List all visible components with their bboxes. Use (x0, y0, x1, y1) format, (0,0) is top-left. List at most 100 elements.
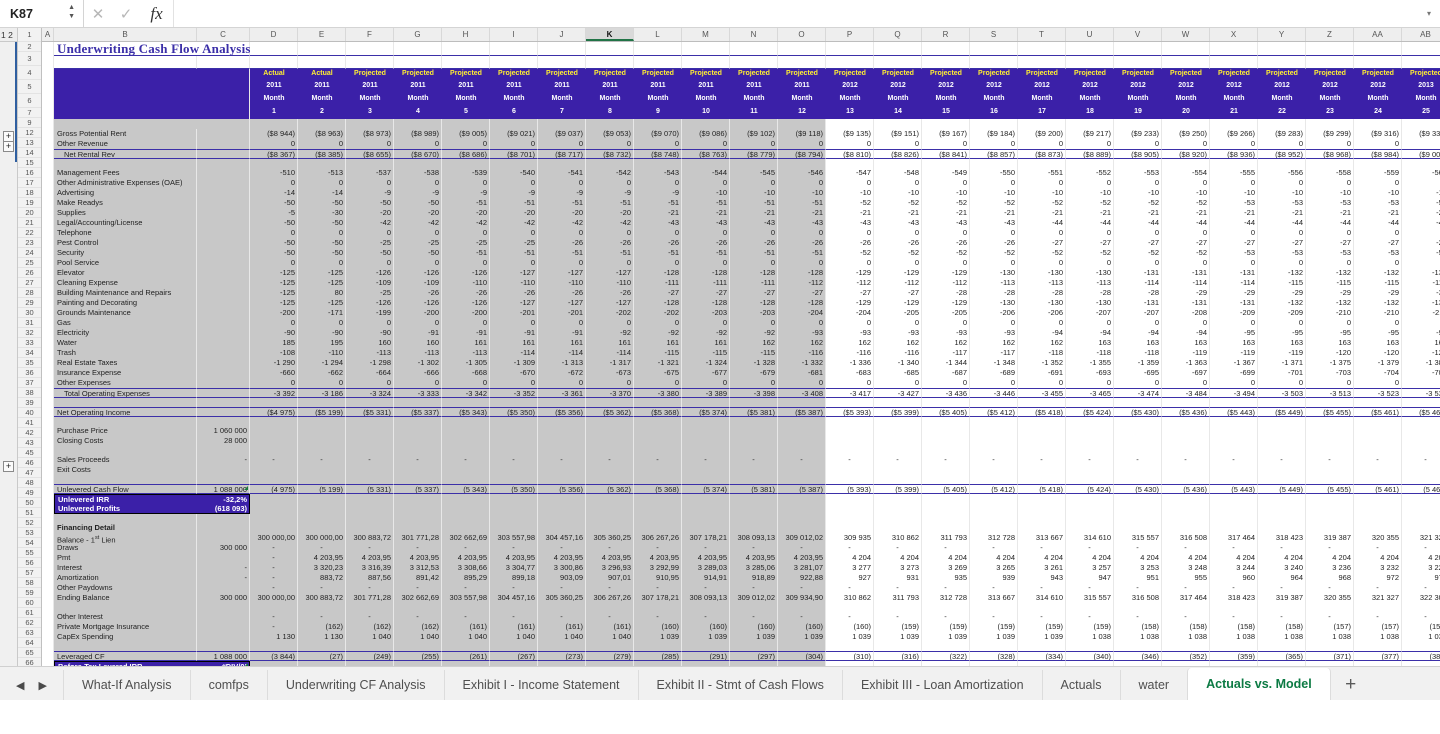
cell-value[interactable] (1258, 426, 1306, 436)
cell-a-37[interactable] (42, 388, 54, 398)
row-total-value[interactable] (197, 318, 250, 328)
banner-month-word-M[interactable]: Month (682, 94, 730, 107)
cell-value[interactable]: 0 (1114, 228, 1162, 238)
cell-value[interactable]: -114 (1162, 278, 1210, 288)
cell-value[interactable]: 309 012,02 (778, 533, 826, 543)
cell-value[interactable] (490, 446, 538, 455)
cell-value[interactable]: -26 (826, 238, 874, 248)
cell-value[interactable]: -117 (970, 348, 1018, 358)
row-total-value[interactable] (197, 632, 250, 642)
row-total-value[interactable] (197, 348, 250, 358)
cell-value[interactable]: 0 (538, 178, 586, 188)
row-header-5[interactable]: 5 (18, 80, 41, 94)
cell-value[interactable]: -14 (250, 188, 298, 198)
cell-value[interactable] (1258, 642, 1306, 651)
cell-value[interactable]: 314 610 (1018, 593, 1066, 603)
cell-value[interactable]: -204 (778, 308, 826, 318)
cell-value[interactable] (1354, 465, 1402, 475)
cell-7-R[interactable] (922, 119, 970, 128)
cell-value[interactable]: -128 (778, 298, 826, 308)
cell-value[interactable]: 301 771,28 (394, 533, 442, 543)
cell-value[interactable]: (340) (1066, 651, 1114, 661)
row-total-value[interactable] (197, 278, 250, 288)
cell-value[interactable]: -21 (1210, 208, 1258, 218)
cell-value[interactable]: -125 (298, 268, 346, 278)
cell-value[interactable] (922, 475, 970, 484)
cell-value[interactable]: -50 (346, 198, 394, 208)
cell-value[interactable]: -558 (1306, 168, 1354, 178)
cell-value[interactable]: -94 (1114, 328, 1162, 338)
row-total-value[interactable] (197, 523, 250, 533)
cell-value[interactable]: -10 (682, 188, 730, 198)
cell-blank-2-L[interactable] (634, 56, 682, 69)
cell-value[interactable]: 960 (1210, 573, 1258, 583)
column-header-q[interactable]: Q (874, 28, 922, 41)
cell-value[interactable]: (5 418) (1018, 484, 1066, 494)
cell-value[interactable]: -113 (1066, 278, 1114, 288)
cell-value[interactable]: -43 (682, 218, 730, 228)
banner-year-I[interactable]: 2011 (490, 81, 538, 94)
cell-value[interactable]: 3 248 (1162, 563, 1210, 573)
cell-value[interactable] (1354, 475, 1402, 484)
name-box[interactable]: K87 ▲ ▼ (0, 0, 84, 27)
cell-value[interactable]: 0 (250, 228, 298, 238)
cell-value[interactable]: -113 (442, 348, 490, 358)
cell-value[interactable]: -95 (1210, 328, 1258, 338)
cell-value[interactable] (1402, 436, 1440, 446)
cell-value[interactable]: 320 355 (1354, 533, 1402, 543)
cell-value[interactable]: 0 (634, 378, 682, 388)
cell-value[interactable]: ($8 732) (586, 149, 634, 159)
cell-value[interactable]: 302 662,69 (442, 533, 490, 543)
cell-value[interactable] (394, 436, 442, 446)
cell-value[interactable]: -92 (682, 328, 730, 338)
cell-value[interactable]: -1 359 (1114, 358, 1162, 368)
cell-value[interactable]: - (538, 583, 586, 593)
cell-value[interactable] (1018, 603, 1066, 612)
cell-value[interactable]: 311 793 (874, 593, 922, 603)
cell-value[interactable]: ($8 873) (1018, 149, 1066, 159)
row-total-value[interactable] (197, 308, 250, 318)
cell-value[interactable]: -1 375 (1306, 358, 1354, 368)
cell-value[interactable]: 319 387 (1258, 593, 1306, 603)
cell-value[interactable]: (162) (346, 622, 394, 632)
cell-value[interactable]: 0 (250, 378, 298, 388)
row-total-value[interactable] (197, 533, 250, 543)
cell-value[interactable] (394, 642, 442, 651)
cell-title-pad-P[interactable] (826, 42, 874, 56)
cell-value[interactable] (682, 417, 730, 426)
cell-a-58[interactable] (42, 583, 54, 593)
cell-value[interactable] (538, 523, 586, 533)
cell-value[interactable]: -685 (874, 368, 922, 378)
cell-value[interactable]: 0 (490, 139, 538, 149)
cell-value[interactable]: 1 038 (1354, 632, 1402, 642)
row-total-value[interactable] (197, 475, 250, 484)
cell-value[interactable]: ($9 283) (1258, 129, 1306, 139)
cell-value[interactable]: ($9 316) (1354, 129, 1402, 139)
cell-value[interactable]: -3 380 (634, 388, 682, 398)
cell-value[interactable]: 0 (346, 228, 394, 238)
cell-value[interactable]: 0 (394, 228, 442, 238)
cell-value[interactable]: - (250, 455, 298, 465)
outline-expand-button-row-45[interactable]: + (3, 461, 14, 472)
cell-value[interactable]: -21 (1258, 208, 1306, 218)
cell-value[interactable]: - (538, 455, 586, 465)
cell-value[interactable] (730, 159, 778, 168)
cell-value[interactable]: 0 (1258, 378, 1306, 388)
cell-value[interactable]: 320 355 (1306, 593, 1354, 603)
cell-value[interactable] (586, 426, 634, 436)
cell-value[interactable]: 1 040 (538, 632, 586, 642)
cell-value[interactable]: 1 039 (682, 632, 730, 642)
cell-value[interactable] (634, 642, 682, 651)
cell-value[interactable] (586, 494, 634, 504)
cell-value[interactable] (1114, 159, 1162, 168)
cell-value[interactable] (1258, 398, 1306, 407)
row-total-value[interactable] (197, 465, 250, 475)
cell-value[interactable]: - (778, 543, 826, 553)
cell-value[interactable] (1354, 514, 1402, 523)
cell-value[interactable] (1210, 398, 1258, 407)
cell-value[interactable] (1210, 446, 1258, 455)
banner-status-N[interactable]: Projected (730, 69, 778, 82)
cell-title-pad-Q[interactable] (874, 42, 922, 56)
row-total-value[interactable] (197, 129, 250, 139)
cell-value[interactable]: -681 (778, 368, 826, 378)
